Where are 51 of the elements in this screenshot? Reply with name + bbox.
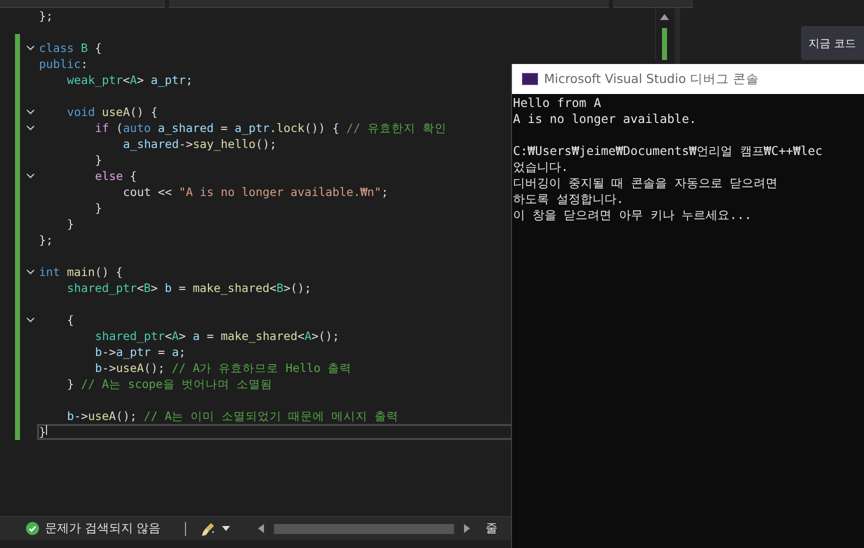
code-line: { — [67, 312, 74, 328]
scroll-change-marker — [662, 28, 666, 60]
code-line: b->a_ptr = a; — [95, 344, 186, 360]
fold-chevron-icon[interactable] — [26, 269, 35, 275]
issues-status[interactable]: 문제가 검색되지 않음 — [45, 520, 161, 537]
code-line: shared_ptr<A> a = make_shared<A>(); — [95, 328, 340, 344]
code-line: a_shared->say_hello(); — [123, 136, 277, 152]
fold-chevron-icon[interactable] — [26, 317, 35, 323]
horizontal-scrollbar[interactable] — [274, 524, 454, 534]
console-message-line: 하도록 설정합니다. — [513, 191, 625, 207]
code-line: } // A는 scope을 벗어나며 소멸됨 — [67, 376, 273, 392]
console-message-line: 었습니다. — [513, 159, 570, 175]
code-line: class B { — [39, 40, 102, 56]
code-line: if (auto a_shared = a_ptr.lock()) { // 유효한지 확인 — [95, 120, 446, 136]
console-output-line: A is no longer available. — [513, 111, 698, 127]
scroll-left-icon[interactable] — [258, 524, 264, 533]
fold-chevron-icon[interactable] — [26, 45, 35, 51]
vertical-scrollbar[interactable] — [655, 8, 672, 60]
console-title: Microsoft Visual Studio 디버그 콘솔 — [544, 70, 759, 88]
fold-chevron-icon[interactable] — [26, 109, 35, 115]
scroll-right-icon[interactable] — [464, 524, 470, 533]
line-label: 줄 — [486, 520, 498, 537]
scroll-up-icon[interactable] — [660, 14, 668, 20]
code-line: }; — [39, 232, 53, 248]
side-panel-button[interactable]: 지금 코드 — [800, 26, 864, 60]
console-icon — [522, 73, 538, 85]
text-cursor — [46, 425, 47, 435]
code-line: } — [39, 424, 46, 440]
fold-chevron-icon[interactable] — [26, 125, 35, 131]
code-line: } — [95, 152, 102, 168]
code-line: } — [67, 216, 74, 232]
code-line: cout << "A is no longer available.₩n"; — [123, 184, 388, 200]
code-line: }; — [39, 8, 53, 24]
code-line: b->useA(); // A가 유효하므로 Hello 출력 — [95, 360, 352, 376]
code-line: } — [95, 200, 102, 216]
caret-icon[interactable] — [222, 526, 230, 531]
check-icon — [26, 522, 39, 535]
code-line: void useA() { — [67, 104, 158, 120]
brush-icon[interactable] — [200, 520, 216, 536]
debug-console-window[interactable]: Microsoft Visual Studio 디버그 콘솔 Hello from A A is no longer available. C:₩Users₩jeime₩Documents₩언리얼 캠프₩C++₩lec 었습니다. 디버깅이 중지될 때 콘솔을 자동으로 닫으려면 하도록 설정합니다. 이 창을 닫으려면 아무 키나 누르세요... — [511, 64, 864, 548]
console-output-line: Hello from A — [513, 95, 602, 111]
console-message-line: 디버깅이 중지될 때 콘솔을 자동으로 닫으려면 — [513, 175, 779, 191]
console-message-line: C:₩Users₩jeime₩Documents₩언리얼 캠프₩C++₩lec — [513, 143, 824, 159]
code-line: public: — [39, 56, 88, 72]
code-line: shared_ptr<B> b = make_shared<B>(); — [67, 280, 312, 296]
code-line: weak_ptr<A> a_ptr; — [67, 72, 193, 88]
code-line: b->useA(); // A는 이미 소멸되었기 때문에 메시지 출력 — [67, 408, 399, 424]
fold-chevron-icon[interactable] — [26, 173, 35, 179]
code-line: else { — [95, 168, 137, 184]
code-line: int main() { — [39, 264, 123, 280]
console-message-line: 이 창을 닫으려면 아무 키나 누르세요... — [513, 207, 753, 223]
